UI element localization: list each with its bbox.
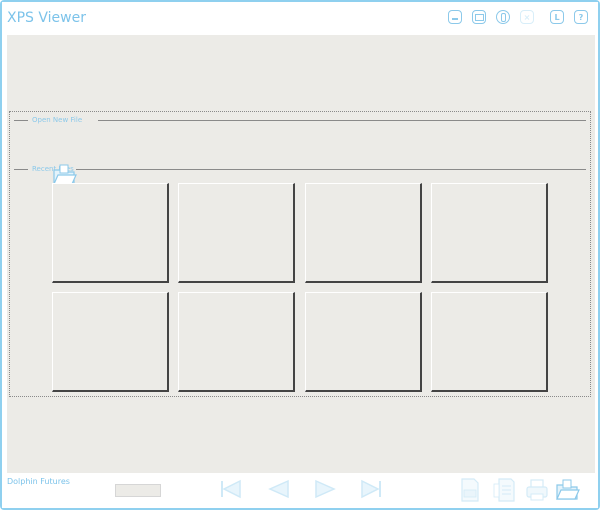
first-page-icon[interactable] (218, 478, 244, 500)
divider (14, 169, 28, 170)
recent-file-slot-7[interactable] (305, 292, 422, 392)
recent-file-slot-4[interactable] (431, 183, 548, 283)
app-window: XPS Viewer × L ? Open New File Recent Fi (0, 0, 600, 510)
title-bar: XPS Viewer × L ? (2, 2, 598, 34)
maximize-button[interactable] (472, 10, 486, 24)
help-button[interactable]: ? (574, 10, 588, 24)
print-icon[interactable] (524, 477, 550, 503)
info-button[interactable] (496, 10, 510, 24)
last-page-icon[interactable] (358, 478, 384, 500)
recent-file-slot-3[interactable] (305, 183, 422, 283)
open-folder-icon[interactable] (554, 477, 580, 503)
brand-label: Dolphin Futures (7, 477, 70, 486)
divider (14, 120, 28, 121)
page-number-field[interactable] (115, 484, 161, 497)
main-panel: Open New File Recent Files (7, 35, 595, 473)
recent-file-slot-5[interactable] (52, 292, 169, 392)
help-icon: ? (578, 12, 584, 22)
info-icon (500, 12, 506, 22)
recent-file-slot-2[interactable] (178, 183, 295, 283)
recent-file-slot-1[interactable] (52, 183, 169, 283)
app-title: XPS Viewer (7, 10, 86, 26)
divider (98, 120, 586, 121)
close-button[interactable]: × (520, 10, 534, 24)
recent-file-slot-8[interactable] (431, 292, 548, 392)
bottom-toolbar: Dolphin Futures (2, 473, 598, 508)
recent-file-slot-6[interactable] (178, 292, 295, 392)
pdf-export-icon[interactable] (457, 477, 483, 503)
divider (76, 169, 586, 170)
open-section-label: Open New File (28, 116, 87, 124)
minimize-button[interactable] (448, 10, 462, 24)
previous-page-icon[interactable] (266, 478, 292, 500)
text-export-icon[interactable] (492, 477, 518, 503)
close-icon: × (523, 12, 531, 22)
license-button[interactable]: L (550, 10, 564, 24)
license-icon: L (554, 12, 560, 22)
maximize-icon (474, 13, 484, 21)
next-page-icon[interactable] (312, 478, 338, 500)
minimize-icon (452, 17, 458, 20)
